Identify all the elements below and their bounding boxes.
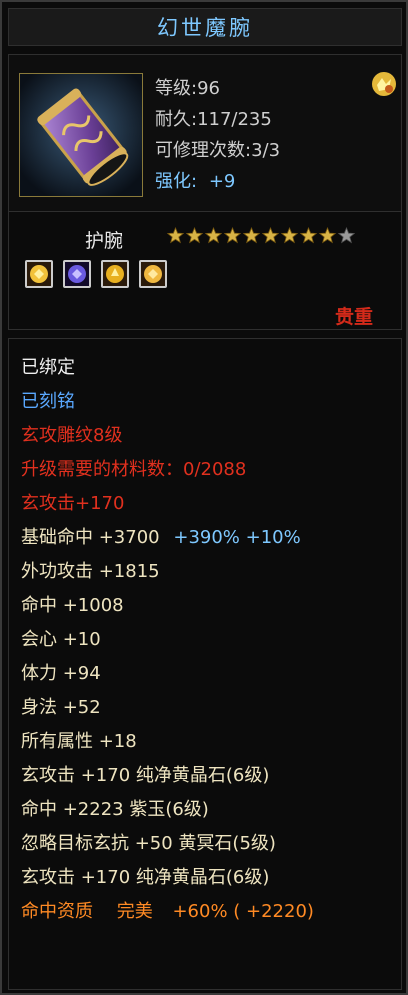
gem-bonus-2: 命中 +2223 紫玉(6级) <box>21 799 209 820</box>
yellow-gem-icon <box>25 260 53 288</box>
level-stat: 等级:96 <box>155 78 220 99</box>
aptitude-grade: 完美 <box>116 901 153 922</box>
item-header: 等级:96 耐久:117/235 可修理次数:3/3 强化: +9 <box>8 54 402 212</box>
gem-slots <box>25 260 167 288</box>
external-attack: 外功攻击 +1815 <box>21 561 160 582</box>
gem-bonus-1: 玄攻击 +170 纯净黄晶石(6级) <box>21 765 270 786</box>
star-filled-icon <box>167 227 184 244</box>
star-rating <box>167 227 355 244</box>
star-filled-icon <box>224 227 241 244</box>
base-hit-row: 基础命中 +3700 +390% +10% <box>21 523 301 549</box>
star-filled-icon <box>243 227 260 244</box>
star-filled-icon <box>300 227 317 244</box>
gem-bonus-3: 忽略目标玄抗 +50 黄冥石(5级) <box>21 833 276 854</box>
stamina-stat: 体力 +94 <box>21 663 101 684</box>
enhance-label: 强化: <box>155 171 198 192</box>
bound-status: 已绑定 <box>21 357 75 378</box>
item-name: 幻世魔腕 <box>157 16 253 40</box>
all-attributes-stat: 所有属性 +18 <box>21 731 137 752</box>
item-type: 护腕 <box>85 230 124 252</box>
engraved-status: 已刻铭 <box>21 391 75 412</box>
upgrade-materials: 升级需要的材料数：0/2088 <box>21 459 247 480</box>
star-filled-icon <box>319 227 336 244</box>
repair-count-stat: 可修理次数:3/3 <box>155 140 281 161</box>
purple-gem-icon <box>63 260 91 288</box>
star-filled-icon <box>205 227 222 244</box>
bracer-icon <box>19 73 143 197</box>
carving-level: 玄攻雕纹8级 <box>21 425 123 446</box>
yellow-gem-icon <box>101 260 129 288</box>
durability-stat: 耐久:117/235 <box>155 109 272 130</box>
rarity-label: 贵重 <box>334 306 373 328</box>
base-hit-extra: +390% +10% <box>173 527 301 548</box>
crit-stat: 会心 +10 <box>21 629 101 650</box>
star-filled-icon <box>262 227 279 244</box>
title-bar: 幻世魔腕 <box>8 8 402 46</box>
equip-badge-icon <box>369 69 399 99</box>
star-filled-icon <box>281 227 298 244</box>
yellow-gem-icon <box>139 260 167 288</box>
gem-bonus-4: 玄攻击 +170 纯净黄晶石(6级) <box>21 867 270 888</box>
item-type-row: 护腕 贵重 <box>8 212 402 330</box>
agility-stat: 身法 +52 <box>21 697 101 718</box>
base-hit-label: 基础命中 +3700 <box>21 527 160 548</box>
item-details: 已绑定 已刻铭 玄攻雕纹8级 升级需要的材料数：0/2088 玄攻击+170 基… <box>8 338 402 990</box>
item-tooltip: 幻世魔腕 等级:96 耐久:117/235 可修理次数:3/3 强化: +9 护… <box>0 0 408 995</box>
enhance-value: +9 <box>208 171 236 192</box>
carving-bonus: 玄攻击+170 <box>21 493 125 514</box>
aptitude-label: 命中资质 <box>21 901 93 922</box>
base-stats: 等级:96 耐久:117/235 可修理次数:3/3 强化: +9 <box>155 73 280 197</box>
enhance-stat: 强化: +9 <box>155 166 280 197</box>
star-filled-icon <box>186 227 203 244</box>
hit-stat: 命中 +1008 <box>21 595 124 616</box>
aptitude-value: +60% ( +2220) <box>172 901 314 922</box>
aptitude-row: 命中资质 完美 +60% ( +2220) <box>21 897 314 923</box>
star-empty-icon <box>338 227 355 244</box>
